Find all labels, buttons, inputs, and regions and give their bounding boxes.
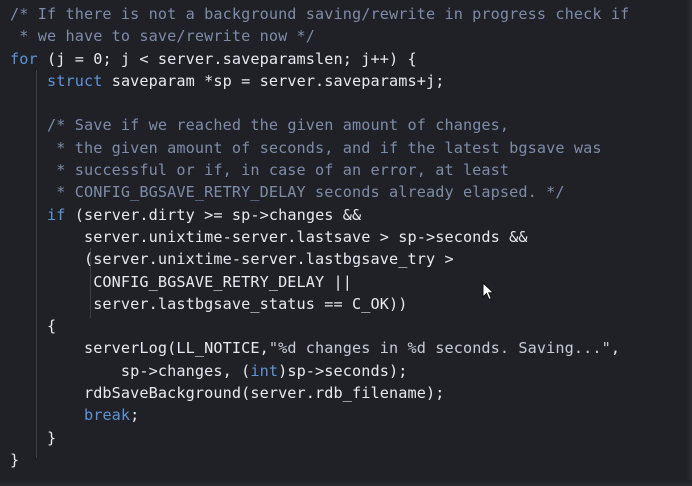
code-text: (server.dirty >= sp->changes && [65,205,362,224]
mouse-pointer-icon [482,282,495,301]
code-keyword: break [83,406,131,425]
code-keyword: if [46,205,66,224]
code-line[interactable]: { [10,315,629,337]
code-text: server.lastbgsave_status == C_OK)) [10,294,408,313]
code-text: { [10,317,57,336]
code-text: sp->changes, ( [10,361,251,380]
code-line[interactable]: serverLog(LL_NOTICE,"%d changes in %d se… [10,337,629,359]
code-line[interactable]: } [10,449,629,471]
code-line[interactable] [10,92,629,114]
code-text: serverLog(LL_NOTICE, [10,339,269,358]
code-text: , [610,339,621,358]
code-comment: * we have to save/rewrite now */ [10,27,316,46]
code-string: "%d changes in %d seconds. Saving..." [268,339,611,358]
window-edge [686,0,692,486]
code-line[interactable]: /* If there is not a background saving/r… [10,3,629,25]
code-line[interactable]: sp->changes, (int)sp->seconds); [10,360,629,382]
code-text: } [10,450,20,469]
code-text: )sp->seconds); [278,361,408,380]
code-keyword: int [250,361,279,380]
code-line[interactable]: server.unixtime-server.lastsave > sp->se… [10,226,629,248]
code-line[interactable]: break; [10,404,629,426]
code-line[interactable]: struct saveparam *sp = server.saveparams… [10,70,629,92]
code-keyword: for [10,49,38,68]
code-line[interactable]: } [10,427,629,449]
code-text: rdbSaveBackground(server.rdb_filename); [10,384,445,403]
code-line[interactable]: * we have to save/rewrite now */ [10,25,629,47]
code-text: (j = 0; j < server.saveparamslen; j++) { [37,49,417,68]
code-line[interactable]: rdbSaveBackground(server.rdb_filename); [10,382,629,404]
code-line[interactable]: CONFIG_BGSAVE_RETRY_DELAY || [10,271,629,293]
code-editor[interactable]: /* If there is not a background saving/r… [0,0,692,486]
code-line[interactable]: (server.unixtime-server.lastbgsave_try > [10,248,629,270]
code-text: server.unixtime-server.lastsave > sp->se… [10,227,528,246]
code-keyword: struct [46,71,103,90]
code-line[interactable]: if (server.dirty >= sp->changes && [10,204,629,226]
code-comment: /* If there is not a background saving/r… [10,5,630,23]
code-comment: * successful or if, in case of an error,… [10,161,510,180]
code-line[interactable]: * successful or if, in case of an error,… [10,159,629,181]
window-edge [0,480,692,486]
code-line[interactable]: * the given amount of seconds, and if th… [10,137,629,159]
code-line[interactable]: * CONFIG_BGSAVE_RETRY_DELAY seconds alre… [10,181,629,203]
code-text: saveparam *sp = server.saveparams+j; [102,71,445,90]
code-text: (server.unixtime-server.lastbgsave_try > [10,250,454,269]
code-line[interactable]: for (j = 0; j < server.saveparamslen; j+… [10,48,629,70]
code-text: ; [130,406,140,425]
code-comment: * the given amount of seconds, and if th… [10,138,602,157]
code-block[interactable]: /* If there is not a background saving/r… [10,3,629,471]
code-text: CONFIG_BGSAVE_RETRY_DELAY || [10,272,353,291]
code-comment: /* Save if we reached the given amount o… [46,116,510,135]
code-line[interactable]: server.lastbgsave_status == C_OK)) [10,293,629,315]
code-line[interactable]: /* Save if we reached the given amount o… [10,114,629,136]
code-comment: * CONFIG_BGSAVE_RETRY_DELAY seconds alre… [10,183,565,202]
code-text: } [10,428,57,447]
